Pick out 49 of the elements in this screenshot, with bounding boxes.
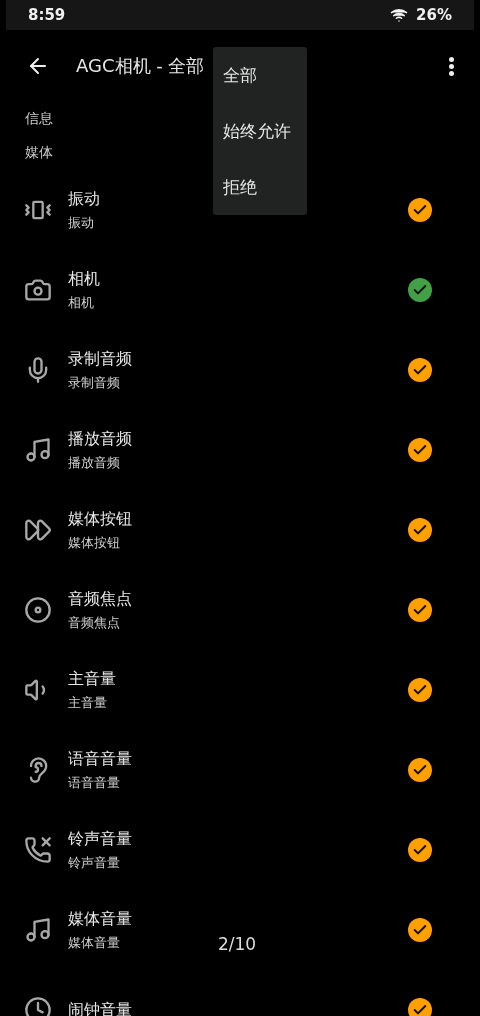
permission-title: 振动 (68, 188, 100, 210)
music-note-icon (24, 436, 52, 464)
permission-subtitle: 主音量 (68, 693, 107, 712)
menu-item[interactable]: 始终允许 (213, 119, 307, 143)
permission-title: 主音量 (68, 668, 116, 690)
disc-icon (24, 596, 52, 624)
permission-subtitle: 振动 (68, 213, 94, 232)
status-check-icon[interactable] (408, 678, 432, 702)
music-note-icon (24, 916, 52, 944)
status-check-icon[interactable] (408, 358, 432, 382)
permission-subtitle: 铃声音量 (68, 853, 120, 872)
permission-title: 媒体音量 (68, 908, 132, 930)
status-check-icon[interactable] (408, 918, 432, 942)
permission-title: 闹钟音量 (68, 999, 132, 1016)
permission-subtitle: 媒体音量 (68, 933, 120, 952)
permission-subtitle: 音频焦点 (68, 613, 120, 632)
status-check-icon[interactable] (408, 758, 432, 782)
page-indicator: 2/10 (218, 934, 257, 954)
permission-subtitle: 媒体按钮 (68, 533, 120, 552)
status-time: 8:59 (28, 6, 66, 24)
wifi-icon (390, 6, 409, 24)
permission-title: 播放音频 (68, 428, 132, 450)
status-check-icon[interactable] (408, 278, 432, 302)
permission-subtitle: 语音音量 (68, 773, 120, 792)
menu-item[interactable]: 全部 (213, 63, 307, 87)
permission-title: 录制音频 (68, 348, 132, 370)
permission-title: 铃声音量 (68, 828, 132, 850)
permission-subtitle: 相机 (68, 293, 94, 312)
permission-title: 相机 (68, 268, 100, 290)
permission-subtitle: 录制音频 (68, 373, 120, 392)
fast-forward-icon (24, 516, 52, 544)
status-check-icon[interactable] (408, 518, 432, 542)
status-check-icon[interactable] (408, 838, 432, 862)
app-title: AGC相机 - 全部 (76, 54, 205, 78)
clock-icon (24, 996, 52, 1016)
battery-level: 26% (416, 6, 452, 24)
phone-icon (24, 836, 52, 864)
permission-title: 音频焦点 (68, 588, 132, 610)
status-check-icon[interactable] (408, 198, 432, 222)
status-check-icon[interactable] (408, 998, 432, 1016)
status-check-icon[interactable] (408, 438, 432, 462)
permission-subtitle: 播放音频 (68, 453, 120, 472)
permission-title: 媒体按钮 (68, 508, 132, 530)
section-header: 媒体 (25, 144, 53, 162)
permission-title: 语音音量 (68, 748, 132, 770)
status-check-icon[interactable] (408, 598, 432, 622)
menu-item[interactable]: 拒绝 (213, 175, 307, 199)
more-options-button[interactable] (449, 56, 454, 76)
section-header: 信息 (25, 110, 53, 128)
